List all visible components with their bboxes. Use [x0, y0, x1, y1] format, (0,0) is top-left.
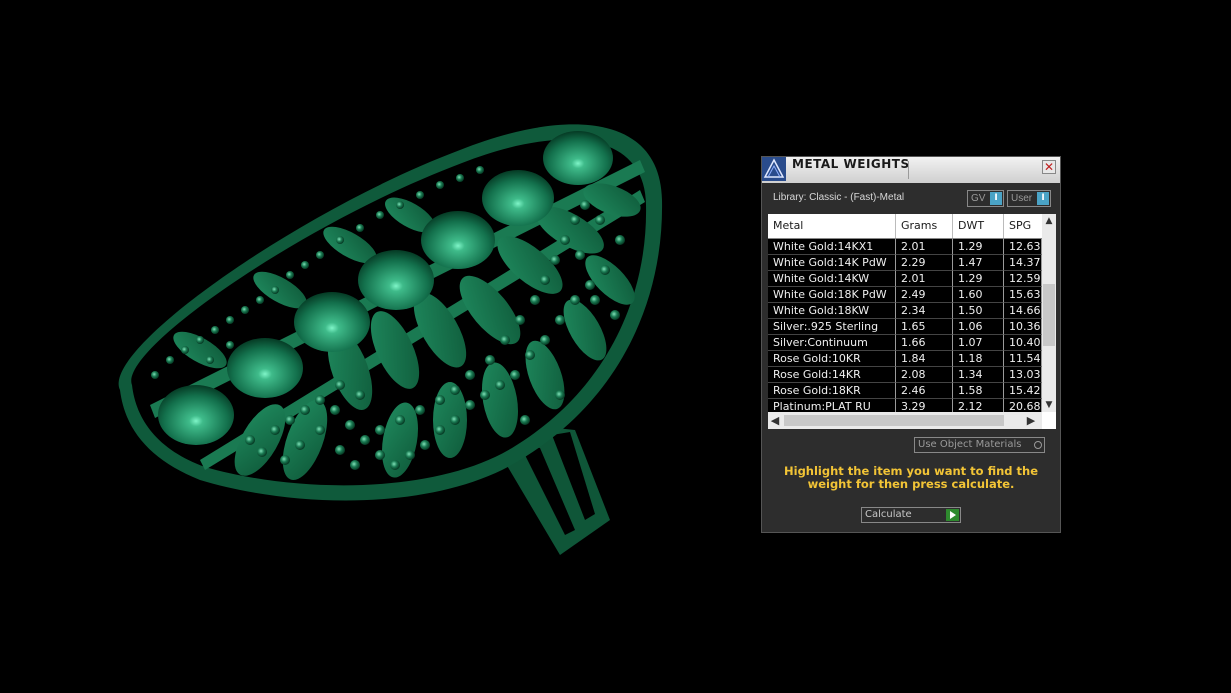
use-object-materials-toggle[interactable]: Use Object Materials: [914, 437, 1045, 453]
library-label: Library: Classic - (Fast)-Metal: [773, 192, 905, 203]
gv-toggle[interactable]: GV I: [967, 190, 1004, 207]
cell-metal: Rose Gold:14KR: [768, 367, 896, 383]
column-header-grams[interactable]: Grams: [896, 214, 953, 238]
cell-dwt: 1.06: [953, 319, 1004, 335]
cell-spg: 20.68: [1004, 399, 1042, 412]
cell-metal: Platinum:PLAT RU: [768, 399, 896, 412]
cell-metal: White Gold:14K PdW: [768, 255, 896, 271]
metal-weights-table[interactable]: Metal Grams DWT SPG White Gold:14KX1 2.0…: [768, 214, 1056, 429]
cell-grams: 2.49: [896, 287, 953, 303]
radio-circle-icon[interactable]: [1034, 441, 1042, 449]
cell-dwt: 1.60: [953, 287, 1004, 303]
scroll-left-icon[interactable]: ◀: [768, 412, 782, 429]
cell-spg: 13.03: [1004, 367, 1042, 383]
cell-spg: 12.59: [1004, 271, 1042, 287]
cell-spg: 11.54: [1004, 351, 1042, 367]
cell-dwt: 1.18: [953, 351, 1004, 367]
table-row[interactable]: Rose Gold:10KR 1.84 1.18 11.54: [768, 351, 1042, 367]
play-icon[interactable]: [946, 509, 959, 521]
scroll-right-icon[interactable]: ▶: [1024, 412, 1038, 429]
cell-dwt: 1.34: [953, 367, 1004, 383]
table-row[interactable]: Rose Gold:14KR 2.08 1.34 13.03: [768, 367, 1042, 383]
cell-grams: 2.08: [896, 367, 953, 383]
metal-weights-panel: METAL WEIGHTS ✕ Library: Classic - (Fast…: [761, 156, 1061, 533]
column-header-dwt[interactable]: DWT: [953, 214, 1004, 238]
scroll-down-icon[interactable]: ▼: [1042, 398, 1056, 412]
cell-spg: 15.63: [1004, 287, 1042, 303]
table-row[interactable]: White Gold:18KW 2.34 1.50 14.66: [768, 303, 1042, 319]
ring-model: [118, 124, 663, 555]
user-toggle-switch-icon[interactable]: I: [1037, 192, 1049, 205]
cell-metal: Rose Gold:18KR: [768, 383, 896, 399]
cell-grams: 3.29: [896, 399, 953, 412]
cell-spg: 12.63: [1004, 239, 1042, 255]
table-row[interactable]: White Gold:14KX1 2.01 1.29 12.63: [768, 239, 1042, 255]
cell-spg: 15.42: [1004, 383, 1042, 399]
cell-dwt: 1.07: [953, 335, 1004, 351]
cell-grams: 1.65: [896, 319, 953, 335]
cell-grams: 1.84: [896, 351, 953, 367]
user-toggle-label: User: [1011, 193, 1033, 204]
horizontal-scroll-thumb[interactable]: [784, 415, 1004, 426]
cell-grams: 2.46: [896, 383, 953, 399]
cell-grams: 2.01: [896, 271, 953, 287]
column-header-metal[interactable]: Metal: [768, 214, 896, 238]
user-toggle[interactable]: User I: [1007, 190, 1051, 207]
vertical-scrollbar[interactable]: ▲ ▼: [1042, 214, 1056, 412]
table-row[interactable]: Silver:Continuum 1.66 1.07 10.40: [768, 335, 1042, 351]
table-header: Metal Grams DWT SPG: [768, 214, 1042, 239]
cell-metal: White Gold:18K PdW: [768, 287, 896, 303]
scroll-up-icon[interactable]: ▲: [1042, 214, 1056, 228]
cell-dwt: 2.12: [953, 399, 1004, 412]
cell-grams: 2.01: [896, 239, 953, 255]
cell-dwt: 1.29: [953, 271, 1004, 287]
calculate-label: Calculate: [865, 509, 912, 520]
vertical-scroll-thumb[interactable]: [1043, 284, 1055, 346]
cell-spg: 14.37: [1004, 255, 1042, 271]
3d-viewport[interactable]: [0, 0, 740, 689]
cell-spg: 10.36: [1004, 319, 1042, 335]
gv-toggle-switch-icon[interactable]: I: [990, 192, 1002, 205]
table-row[interactable]: Platinum:PLAT RU 3.29 2.12 20.68: [768, 399, 1042, 412]
cell-metal: White Gold:18KW: [768, 303, 896, 319]
panel-titlebar[interactable]: METAL WEIGHTS ✕: [762, 157, 1060, 183]
cell-dwt: 1.29: [953, 239, 1004, 255]
table-row[interactable]: White Gold:14K PdW 2.29 1.47 14.37: [768, 255, 1042, 271]
instruction-text: Highlight the item you want to find the …: [784, 464, 1038, 491]
cell-dwt: 1.47: [953, 255, 1004, 271]
cell-metal: Silver:Continuum: [768, 335, 896, 351]
cell-grams: 2.34: [896, 303, 953, 319]
calculate-button[interactable]: Calculate: [861, 507, 961, 523]
cell-metal: Silver:.925 Sterling: [768, 319, 896, 335]
cell-metal: Rose Gold:10KR: [768, 351, 896, 367]
table-row[interactable]: White Gold:18K PdW 2.49 1.60 15.63: [768, 287, 1042, 303]
cell-dwt: 1.58: [953, 383, 1004, 399]
horizontal-scrollbar[interactable]: ◀ ▶: [768, 412, 1042, 429]
table-row[interactable]: Rose Gold:18KR 2.46 1.58 15.42: [768, 383, 1042, 399]
cell-spg: 10.40: [1004, 335, 1042, 351]
title-divider: [908, 161, 909, 179]
table-row[interactable]: White Gold:14KW 2.01 1.29 12.59: [768, 271, 1042, 287]
matrix-logo-icon: [762, 157, 786, 181]
use-object-materials-label: Use Object Materials: [918, 439, 1022, 450]
close-icon[interactable]: ✕: [1042, 160, 1056, 174]
cell-dwt: 1.50: [953, 303, 1004, 319]
table-row[interactable]: Silver:.925 Sterling 1.65 1.06 10.36: [768, 319, 1042, 335]
cell-metal: White Gold:14KW: [768, 271, 896, 287]
column-header-spg[interactable]: SPG: [1004, 214, 1042, 238]
cell-grams: 2.29: [896, 255, 953, 271]
gv-toggle-label: GV: [971, 193, 986, 204]
cell-metal: White Gold:14KX1: [768, 239, 896, 255]
cell-spg: 14.66: [1004, 303, 1042, 319]
cell-grams: 1.66: [896, 335, 953, 351]
table-body: White Gold:14KX1 2.01 1.29 12.63 White G…: [768, 239, 1042, 412]
panel-title: METAL WEIGHTS: [792, 157, 910, 171]
